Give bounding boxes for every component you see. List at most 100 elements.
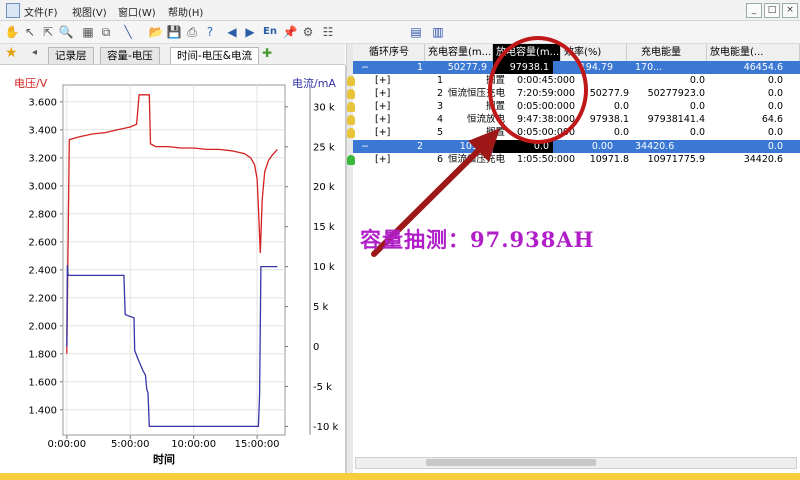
table-row[interactable]: [+] 4 恒流放电 9:47:38:000 97938.1 97938141.…: [347, 113, 800, 126]
zoom-icon[interactable]: 🔍: [58, 24, 74, 40]
y-left-axis-label: 电压/V: [14, 77, 48, 90]
menu-help[interactable]: 帮助(H): [168, 4, 203, 19]
options-icon[interactable]: ☷: [320, 24, 336, 40]
step-capacity: 97938.1: [589, 114, 629, 125]
collapse-toggle[interactable]: −: [361, 140, 375, 153]
tab-time-voltage-current[interactable]: 时间-电压&电流: [170, 47, 259, 64]
expand-toggle[interactable]: [+]: [375, 126, 399, 139]
restore-button[interactable]: □: [764, 3, 780, 18]
plot-frame: [62, 84, 286, 436]
print-icon[interactable]: ⎙: [184, 24, 200, 40]
cycle-number: 1: [417, 62, 424, 73]
x-tick-label: 0:00:00: [48, 439, 87, 450]
col-discharge-energy[interactable]: 放电能量(...: [707, 44, 800, 61]
table-row[interactable]: [+] 2 恒流恒压充电 7:20:59:000 50277.9 5027792…: [347, 87, 800, 100]
step-duration: 0:05:00:000: [517, 101, 575, 112]
tab-record-layer[interactable]: 记录层: [48, 47, 94, 64]
y-left-tick-label: 3.600: [28, 97, 57, 108]
star-icon[interactable]: ★: [5, 45, 18, 61]
chevron-left-icon[interactable]: ◂: [32, 47, 37, 58]
step-duration: 9:47:38:000: [517, 114, 575, 125]
scrollbar-thumb[interactable]: [426, 459, 596, 466]
expand-toggle[interactable]: [+]: [375, 87, 399, 100]
menu-view[interactable]: 视图(V): [72, 4, 107, 19]
add-tab-icon[interactable]: ✚: [262, 46, 272, 60]
chart-panel: 1.400 1.600 1.800 2.000 2.200 2.400 2.600 2.800…: [0, 65, 346, 473]
col-charge-capacity[interactable]: 充电容量(m...: [425, 44, 493, 61]
table-row[interactable]: [+] 3 搁置 0:05:00:000 0.0 0.0 0.0: [347, 100, 800, 113]
copy-icon[interactable]: ⧉: [98, 24, 114, 40]
table-row[interactable]: [+] 5 搁置 0:05:00:000 0.0 0.0 0.0: [347, 126, 800, 139]
table-row[interactable]: [+] 1 搁置 0:00:45:000 0.0 0.0: [347, 74, 800, 87]
step-capacity: 0.0: [613, 101, 629, 112]
grid-view-icon[interactable]: ▦: [80, 24, 96, 40]
layout-icon[interactable]: ▥: [430, 24, 446, 40]
x-axis-label: 时间: [153, 452, 175, 466]
save-icon[interactable]: 💾: [166, 24, 182, 40]
step-name: 恒流恒压充电: [447, 88, 505, 99]
step-discharge-energy: 0.0: [767, 75, 783, 86]
step-name: 搁置: [485, 101, 505, 112]
tab-capacity-voltage[interactable]: 容量-电压: [100, 47, 160, 64]
charge-energy: 34420.6: [635, 141, 675, 152]
col-cycle-no[interactable]: 循环序号: [353, 44, 425, 61]
step-name: 恒流放电: [466, 114, 505, 125]
step-discharge-energy: 34420.6: [743, 154, 783, 165]
expand-toggle[interactable]: [+]: [375, 153, 399, 166]
pin-icon[interactable]: 📌: [282, 24, 298, 40]
step-duration: 7:20:59:000: [517, 88, 575, 99]
line-tool-icon[interactable]: ╲: [120, 24, 136, 40]
menu-window[interactable]: 窗口(W): [118, 4, 156, 19]
step-index: 3: [437, 101, 444, 112]
y-right-tick-label: 30 k: [313, 102, 335, 113]
status-bulb-icon: [347, 155, 355, 165]
step-energy: 97938141.4: [647, 114, 705, 125]
help-icon[interactable]: ?: [202, 24, 218, 40]
expand-toggle[interactable]: [+]: [375, 100, 399, 113]
step-energy: 0.0: [689, 101, 705, 112]
y-right-tick-label: 10 k: [313, 262, 335, 273]
step-discharge-energy: 0.0: [767, 127, 783, 138]
language-en-icon[interactable]: En: [262, 24, 278, 40]
table-row[interactable]: [+] 6 恒流恒压充电 1:05:50:000 10971.8 1097177…: [347, 153, 800, 166]
step-index: 4: [437, 114, 444, 125]
status-bulb-icon: [347, 102, 355, 112]
y-right-tick-label: -5 k: [313, 382, 332, 393]
table-row[interactable]: − 2 109... 0.0 0.00 34420.6 0.0: [353, 140, 800, 153]
pointer-tool-icon[interactable]: ↖: [22, 24, 38, 40]
expand-toggle[interactable]: [+]: [375, 113, 399, 126]
tab-bar: ★ ◂ 记录层 容量-电压 时间-电压&电流 ✚: [0, 44, 345, 65]
open-folder-icon[interactable]: 📂: [148, 24, 164, 40]
col-charge-energy[interactable]: 充电能量: [627, 44, 707, 61]
y-left-tick-label: 2.000: [28, 321, 57, 332]
horizontal-scrollbar[interactable]: [355, 457, 797, 469]
y-right-tick-label: -10 k: [313, 422, 339, 433]
next-icon[interactable]: ▶: [242, 24, 258, 40]
expand-toggle[interactable]: [+]: [375, 74, 399, 87]
y-right-tick-label: 15 k: [313, 222, 335, 233]
step-name: 搁置: [485, 75, 505, 86]
minimize-button[interactable]: _: [746, 3, 762, 18]
table-row[interactable]: − 1 50277.9 97938.1 194.79 170... 46454.…: [353, 61, 800, 74]
previous-icon[interactable]: ◀: [224, 24, 240, 40]
y-left-tick-label: 2.600: [28, 237, 57, 248]
step-name: 恒流恒压充电: [447, 154, 505, 165]
y-left-tick-label: 1.400: [28, 405, 57, 416]
step-duration: 0:00:45:000: [517, 75, 575, 86]
col-efficiency[interactable]: 效率(%): [561, 44, 627, 61]
menu-file[interactable]: 文件(F): [24, 4, 58, 19]
collapse-toggle[interactable]: −: [361, 61, 375, 74]
menu-bar: 文件(F) 视图(V) 窗口(W) 帮助(H) _ □ ×: [0, 0, 800, 21]
step-discharge-energy: 0.0: [767, 88, 783, 99]
step-energy: 0.0: [689, 75, 705, 86]
hand-tool-icon[interactable]: ✋: [4, 24, 20, 40]
close-button[interactable]: ×: [782, 3, 798, 18]
zoom-select-icon[interactable]: ⇱: [40, 24, 56, 40]
capacity-annotation: 容量抽测：97.938AH: [360, 227, 595, 252]
discharge-energy: 46454.6: [743, 62, 783, 73]
step-energy: 10971775.9: [647, 154, 705, 165]
step-index: 5: [437, 127, 444, 138]
col-discharge-capacity[interactable]: 放电容量(m...: [493, 44, 561, 61]
settings-icon[interactable]: ⚙: [300, 24, 316, 40]
table-icon[interactable]: ▤: [408, 24, 424, 40]
